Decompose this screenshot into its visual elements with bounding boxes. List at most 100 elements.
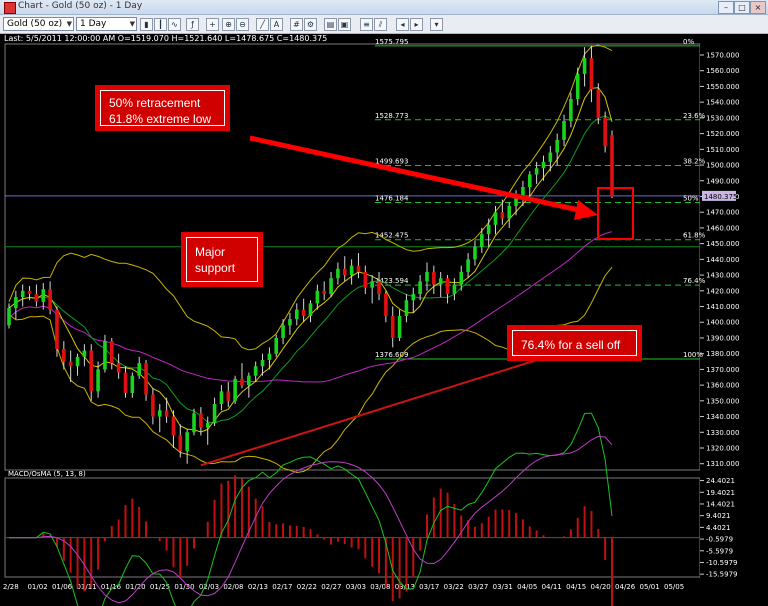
y-tick-label: 1380.000 xyxy=(706,350,739,358)
candle-body xyxy=(27,290,32,294)
candle-body xyxy=(171,416,176,436)
fib-price-label: 1575.795 xyxy=(375,38,408,46)
macd-tick-label: 19.4021 xyxy=(706,489,735,497)
candle-body xyxy=(452,284,457,294)
x-tick-label: 04/05 xyxy=(517,583,537,591)
fib-pct-label: 50% xyxy=(683,194,699,202)
annotation-line-1: 50% retracement xyxy=(109,96,201,110)
y-tick-label: 1460.000 xyxy=(706,224,739,232)
y-tick-label: 1420.000 xyxy=(706,287,739,295)
candle-body xyxy=(356,265,361,272)
x-tick-label: 02/13 xyxy=(248,583,268,591)
candle-body xyxy=(68,361,73,367)
candle-body xyxy=(411,293,416,301)
x-tick-label: 04/20 xyxy=(591,583,611,591)
macd-tick-label: -15.5979 xyxy=(706,571,737,579)
candle-body xyxy=(219,391,224,404)
y-tick-label: 1500.000 xyxy=(706,162,739,170)
macd-tick-label: -0.5979 xyxy=(706,536,733,544)
candle-body xyxy=(377,281,381,294)
fib-pct-label: 38.2% xyxy=(683,158,706,166)
y-tick-label: 1560.000 xyxy=(706,67,739,75)
candle-body xyxy=(562,121,566,140)
candle-body xyxy=(459,271,464,285)
candle-body xyxy=(363,271,368,288)
candle-body xyxy=(205,422,210,428)
candle-body xyxy=(315,290,320,304)
y-tick-label: 1310.000 xyxy=(706,460,739,468)
candle-body xyxy=(432,271,436,285)
fib-price-label: 1376.609 xyxy=(375,351,408,359)
candle-body xyxy=(144,363,148,395)
x-tick-label: 04/15 xyxy=(566,583,586,591)
y-tick-label: 1570.000 xyxy=(706,52,739,60)
candle-body xyxy=(425,271,429,282)
x-tick-label: 02/17 xyxy=(272,583,292,591)
candle-body xyxy=(582,58,587,74)
macd-label: MACD/OsMA (5, 13, 8) xyxy=(8,470,86,478)
candle-body xyxy=(548,152,553,162)
fib-pct-label: 76.4% xyxy=(683,277,706,285)
candle-body xyxy=(301,309,306,316)
x-tick-label: 05/01 xyxy=(640,583,660,591)
candle-body xyxy=(14,297,18,309)
y-tick-label: 1520.000 xyxy=(706,130,739,138)
x-tick-label: 03/17 xyxy=(419,583,439,591)
candle-body xyxy=(507,205,512,219)
candle-body xyxy=(20,290,25,298)
candle-body xyxy=(137,363,141,376)
candle-body xyxy=(253,366,258,376)
candle-body xyxy=(466,259,470,272)
x-tick-label: 05/05 xyxy=(664,583,684,591)
x-tick-label: 02/22 xyxy=(297,583,317,591)
macd-tick-label: 4.4021 xyxy=(706,524,731,532)
x-tick-label: 2/28 xyxy=(3,583,19,591)
x-tick-label: 01/02 xyxy=(27,583,47,591)
x-tick-label: 02/27 xyxy=(321,583,341,591)
candle-body xyxy=(500,212,505,219)
candle-body xyxy=(34,293,39,302)
y-tick-label: 1360.000 xyxy=(706,382,739,390)
macd-tick-label: -10.5979 xyxy=(706,559,737,567)
candle-body xyxy=(55,309,59,349)
candle-body xyxy=(164,410,169,417)
fib-price-label: 1528.773 xyxy=(375,112,408,120)
y-tick-label: 1530.000 xyxy=(706,114,739,122)
candle-body xyxy=(404,300,409,316)
annotation-line-1: 76.4% for a sell off xyxy=(521,338,621,352)
candle-body xyxy=(438,278,443,285)
candle-body xyxy=(281,325,285,338)
x-tick-label: 02/03 xyxy=(199,583,219,591)
candle-body xyxy=(240,378,244,386)
x-tick-label: 01/20 xyxy=(125,583,145,591)
fib-price-label: 1476.184 xyxy=(375,194,409,202)
last-price-label: 1480.375 xyxy=(704,193,737,201)
candle-body xyxy=(247,375,251,386)
candle-body xyxy=(82,350,87,357)
candle-body xyxy=(575,73,580,100)
x-tick-label: 04/26 xyxy=(615,583,636,591)
candle-body xyxy=(308,303,313,316)
support-annotation: Major support xyxy=(181,232,263,287)
candle-body xyxy=(534,168,539,175)
candle-body xyxy=(96,369,100,392)
macd-tick-label: 24.4021 xyxy=(706,477,735,485)
candle-body xyxy=(418,281,422,294)
y-tick-label: 1410.000 xyxy=(706,303,739,311)
candle-body xyxy=(212,403,217,423)
candle-body xyxy=(199,413,203,428)
candle-body xyxy=(397,315,402,338)
y-tick-label: 1510.000 xyxy=(706,146,739,154)
y-tick-label: 1370.000 xyxy=(706,366,739,374)
candle-body xyxy=(288,319,292,326)
macd-panel-frame xyxy=(4,477,701,578)
candle-body xyxy=(48,289,52,310)
fib-pct-label: 61.8% xyxy=(683,232,706,240)
y-tick-label: 1550.000 xyxy=(706,83,739,91)
x-tick-label: 04/11 xyxy=(542,583,562,591)
candle-body xyxy=(274,337,279,354)
candle-body xyxy=(41,289,46,302)
candle-body xyxy=(445,278,450,294)
x-tick-label: 03/22 xyxy=(444,583,464,591)
x-tick-label: 01/06 xyxy=(52,583,73,591)
